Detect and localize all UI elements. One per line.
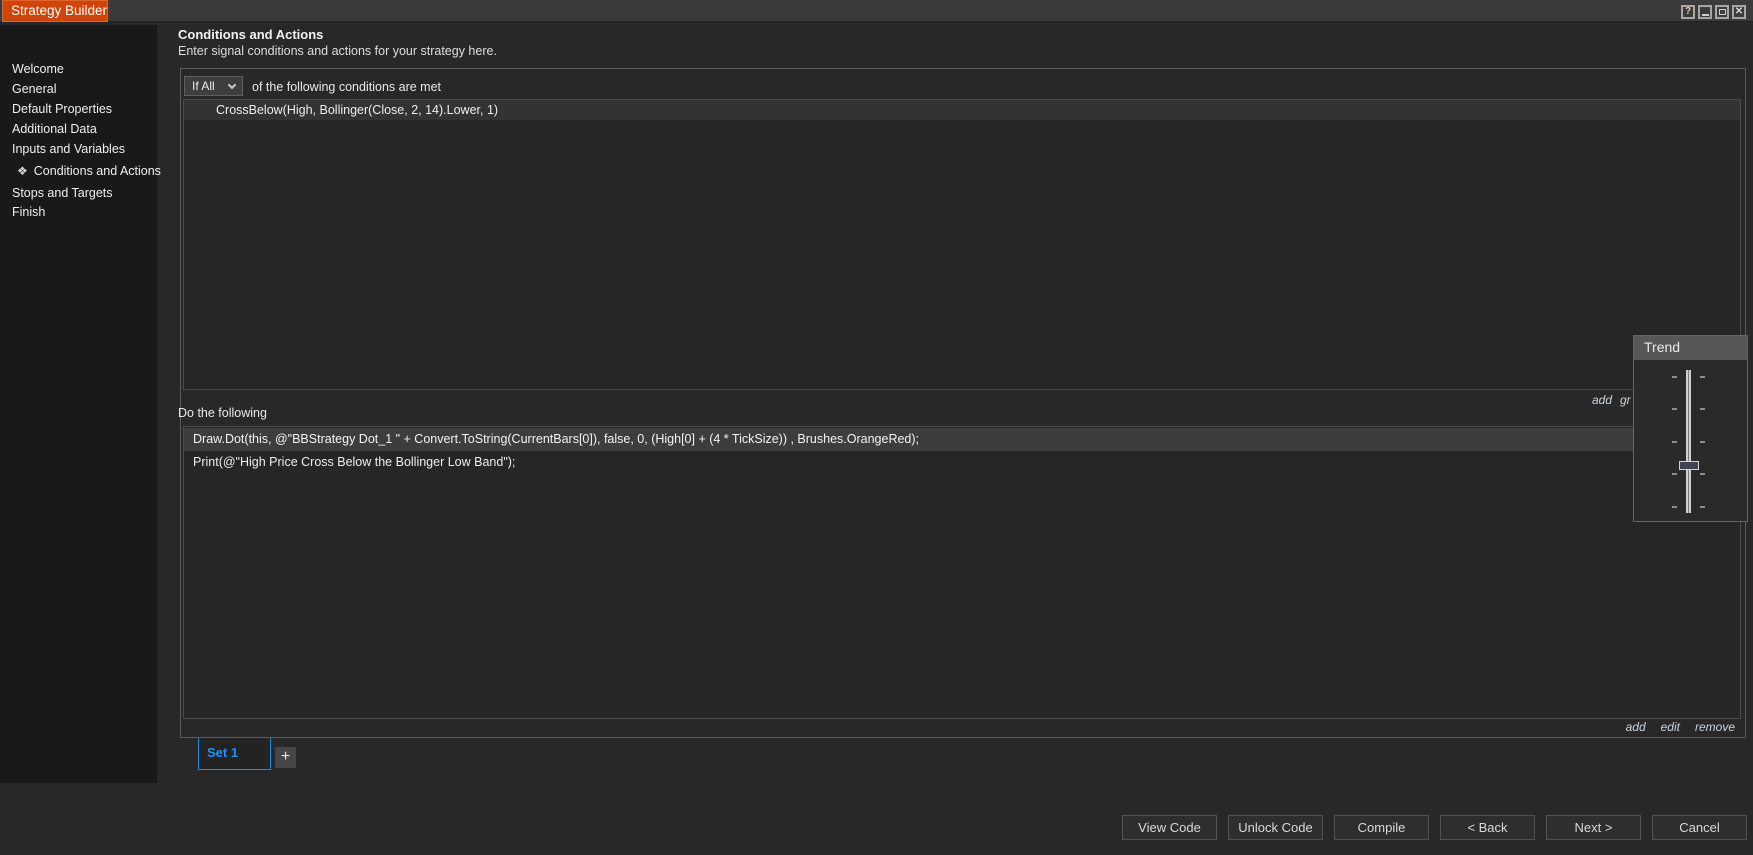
actions-label: Do the following	[178, 406, 267, 420]
conditions-list[interactable]: CrossBelow(High, Bollinger(Close, 2, 14)…	[183, 99, 1741, 390]
slider-tick	[1672, 441, 1677, 443]
trend-panel-title[interactable]: Trend	[1634, 336, 1747, 360]
footer-buttons: View Code Unlock Code Compile < Back Nex…	[1122, 815, 1747, 840]
window-title: Strategy Builder	[2, 0, 108, 22]
condition-item[interactable]: CrossBelow(High, Bollinger(Close, 2, 14)…	[184, 100, 1740, 120]
slider-tick	[1672, 506, 1677, 508]
condition-mode-dropdown[interactable]: If All	[184, 76, 243, 96]
slider-tick	[1700, 473, 1705, 475]
window-controls: ? ✕	[1681, 5, 1746, 19]
compile-button[interactable]: Compile	[1334, 815, 1429, 840]
slider-track[interactable]	[1686, 370, 1691, 513]
actions-list[interactable]: Draw.Dot(this, @"BBStrategy Dot_1 " + Co…	[183, 426, 1741, 719]
close-icon: ✕	[1734, 6, 1744, 17]
sidebar-item-default-properties[interactable]: Default Properties	[12, 100, 112, 119]
slider-tick	[1672, 408, 1677, 410]
actions-edit-link[interactable]: edit	[1661, 720, 1680, 734]
slider-tick	[1700, 408, 1705, 410]
conditions-group-link-clipped[interactable]: gr	[1620, 393, 1631, 407]
page-title: Conditions and Actions	[178, 27, 324, 42]
minimize-icon	[1701, 13, 1709, 16]
page-subtitle: Enter signal conditions and actions for …	[178, 44, 497, 58]
slider-tick	[1672, 473, 1677, 475]
maximize-button[interactable]	[1715, 5, 1729, 19]
actions-links: add edit remove	[1626, 720, 1735, 734]
sidebar-item-general[interactable]: General	[12, 80, 56, 99]
back-button[interactable]: < Back	[1440, 815, 1535, 840]
slider-tick	[1700, 506, 1705, 508]
action-item[interactable]: Print(@"High Price Cross Below the Bolli…	[184, 451, 1740, 474]
cancel-button[interactable]: Cancel	[1652, 815, 1747, 840]
minimize-button[interactable]	[1698, 5, 1712, 19]
slider-tick	[1700, 441, 1705, 443]
condition-mode-value: If All	[192, 79, 215, 93]
sidebar-item-inputs-and-variables[interactable]: Inputs and Variables	[12, 140, 125, 159]
actions-add-link[interactable]: add	[1626, 720, 1646, 734]
actions-remove-link[interactable]: remove	[1695, 720, 1735, 734]
conditions-add-link[interactable]: add	[1592, 393, 1612, 407]
slider-tick	[1672, 376, 1677, 378]
close-button[interactable]: ✕	[1732, 5, 1746, 19]
slider-tick	[1700, 376, 1705, 378]
maximize-icon	[1718, 9, 1726, 15]
sidebar-item-welcome[interactable]: Welcome	[12, 60, 64, 79]
sidebar-item-conditions-and-actions[interactable]: ❖ Conditions and Actions	[17, 162, 161, 181]
view-code-button[interactable]: View Code	[1122, 815, 1217, 840]
sidebar-item-label: Conditions and Actions	[33, 164, 161, 178]
trend-slider	[1634, 360, 1747, 521]
next-button[interactable]: Next >	[1546, 815, 1641, 840]
add-set-button[interactable]: +	[275, 747, 296, 768]
unlock-code-button[interactable]: Unlock Code	[1228, 815, 1323, 840]
conditions-links: add gr	[1592, 393, 1631, 407]
help-button[interactable]: ?	[1681, 5, 1695, 19]
help-icon: ?	[1684, 6, 1692, 17]
sidebar-item-additional-data[interactable]: Additional Data	[12, 120, 97, 139]
title-bar: Strategy Builder ? ✕	[0, 0, 1753, 22]
wizard-sidebar: Welcome General Default Properties Addit…	[0, 25, 161, 783]
action-item[interactable]: Draw.Dot(this, @"BBStrategy Dot_1 " + Co…	[184, 428, 1740, 451]
slider-thumb[interactable]	[1679, 461, 1699, 470]
condition-mode-suffix: of the following conditions are met	[252, 80, 441, 94]
tab-set-1[interactable]: Set 1	[198, 738, 271, 770]
current-step-icon: ❖	[17, 164, 28, 178]
chevron-down-icon	[227, 80, 237, 90]
sidebar-item-stops-and-targets[interactable]: Stops and Targets	[12, 184, 113, 203]
trend-panel: Trend	[1633, 335, 1748, 522]
sidebar-item-finish[interactable]: Finish	[12, 203, 45, 222]
